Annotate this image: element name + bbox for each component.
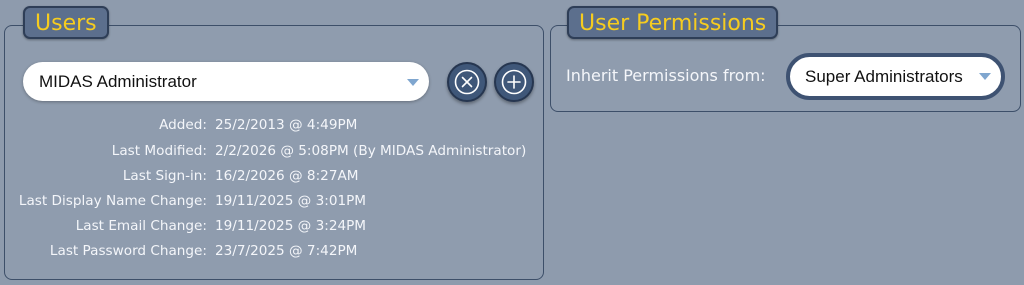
detail-label: Last Modified: — [111, 143, 207, 159]
detail-row-last-modified: Last Modified: 2/2/2026 @ 5:08PM (By MID… — [0, 139, 540, 163]
detail-label: Last Password Change: — [49, 243, 207, 259]
detail-row-email-change: Last Email Change: 19/11/2025 @ 3:24PM — [0, 214, 540, 238]
detail-label: Added: — [159, 117, 207, 133]
detail-value: 19/11/2025 @ 3:24PM — [215, 218, 367, 234]
remove-user-button[interactable] — [447, 62, 487, 102]
permissions-panel-title: User Permissions — [567, 6, 779, 39]
detail-value: 23/7/2025 @ 7:42PM — [215, 243, 358, 259]
inherit-permissions-select[interactable]: Super Administrators — [786, 53, 1005, 100]
caret-down-icon — [979, 73, 991, 80]
detail-value: 16/2/2026 @ 8:27AM — [215, 168, 359, 184]
circle-x-icon — [454, 69, 480, 95]
detail-row-added: Added: 25/2/2013 @ 4:49PM — [0, 113, 540, 137]
detail-value: 2/2/2026 @ 5:08PM (By MIDAS Administrato… — [215, 143, 527, 159]
caret-down-icon — [407, 79, 419, 86]
inherit-permissions-label: Inherit Permissions from: — [566, 66, 766, 85]
circle-plus-icon — [501, 69, 527, 95]
detail-label: Last Email Change: — [75, 218, 207, 234]
detail-label: Last Sign-in: — [122, 168, 207, 184]
inherit-permissions-value: Super Administrators — [805, 67, 963, 86]
user-select-value: MIDAS Administrator — [39, 72, 197, 91]
detail-row-display-name-change: Last Display Name Change: 19/11/2025 @ 3… — [0, 189, 540, 213]
users-panel-title: Users — [23, 6, 109, 39]
detail-value: 25/2/2013 @ 4:49PM — [215, 117, 358, 133]
detail-value: 19/11/2025 @ 3:01PM — [215, 193, 367, 209]
user-select[interactable]: MIDAS Administrator — [23, 62, 429, 101]
user-management-page: Users MIDAS Administrator Added: 25/2/20… — [0, 0, 1024, 285]
detail-row-last-sign-in: Last Sign-in: 16/2/2026 @ 8:27AM — [0, 164, 540, 188]
detail-label: Last Display Name Change: — [18, 193, 207, 209]
add-user-button[interactable] — [494, 62, 534, 102]
detail-row-password-change: Last Password Change: 23/7/2025 @ 7:42PM — [0, 239, 540, 263]
